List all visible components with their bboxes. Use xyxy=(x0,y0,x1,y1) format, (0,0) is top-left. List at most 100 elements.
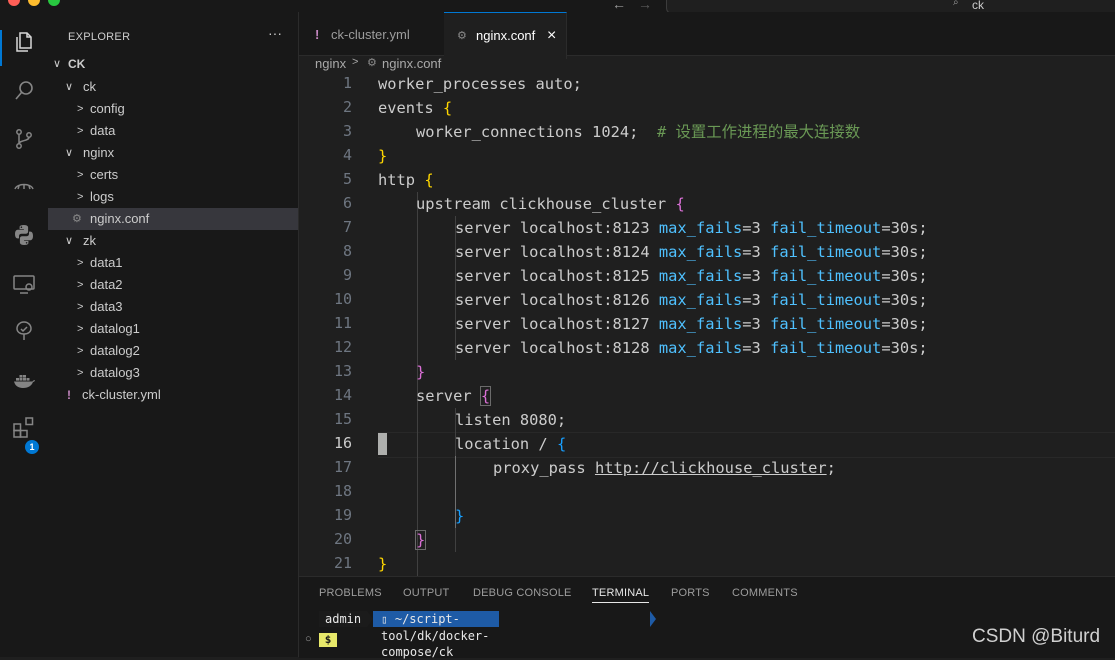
title-bar: ← → ⌕ ck xyxy=(0,0,1115,14)
line-number: 19 xyxy=(333,506,352,524)
gear-icon: ⚙ xyxy=(72,213,82,225)
chevron-right-icon: > xyxy=(77,323,84,335)
testing-tree-icon[interactable] xyxy=(12,319,36,343)
code-line: server localhost:8125 max_fails=3 fail_t… xyxy=(455,267,928,285)
tab-ck-cluster-yml[interactable]: ! ck-cluster.yml xyxy=(299,12,445,59)
chevron-right-icon: > xyxy=(77,301,84,313)
watermark: CSDN @Biturd xyxy=(972,626,1101,647)
code-line: server localhost:8123 max_fails=3 fail_t… xyxy=(455,219,928,237)
code-line: http { xyxy=(378,171,434,189)
code-line: proxy_pass http://clickhouse_cluster; xyxy=(493,459,836,477)
code-comment: # 设置工作进程的最大连接数 xyxy=(656,123,861,141)
source-control-icon[interactable] xyxy=(12,127,36,151)
line-number: 8 xyxy=(342,242,352,260)
tab-problems[interactable]: PROBLEMS xyxy=(319,587,382,599)
breadcrumb-file[interactable]: nginx.conf xyxy=(382,56,441,71)
more-actions-icon[interactable]: ··· xyxy=(268,25,282,41)
code-line: server localhost:8126 max_fails=3 fail_t… xyxy=(455,291,928,309)
code-line: location / { xyxy=(455,435,567,453)
chevron-right-icon: > xyxy=(77,345,84,357)
maximize-window-button[interactable] xyxy=(48,0,60,6)
code-line: listen 8080; xyxy=(455,411,567,429)
workspace-root[interactable]: ∨ CK xyxy=(48,53,298,75)
tab-debug-console[interactable]: DEBUG CONSOLE xyxy=(473,587,572,599)
tree-folder-ck[interactable]: ∨ ck xyxy=(48,76,298,98)
chevron-right-icon: > xyxy=(77,191,84,203)
tree-folder-datalog1[interactable]: > datalog1 xyxy=(48,318,298,340)
tab-comments[interactable]: COMMENTS xyxy=(732,587,798,599)
line-number: 21 xyxy=(333,554,352,572)
explorer-icon[interactable] xyxy=(12,30,36,54)
chevron-right-icon: > xyxy=(77,125,84,137)
line-number: 20 xyxy=(333,530,352,548)
code-editor[interactable]: 1 2 3 4 5 6 7 8 9 10 11 12 13 14 15 16 1… xyxy=(299,72,1115,576)
circle-icon: ○ xyxy=(305,633,312,645)
remote-window-icon[interactable] xyxy=(12,272,36,296)
editor-tab-bar: ! ck-cluster.yml ⚙ nginx.conf × xyxy=(299,12,1115,59)
tree-folder-data2[interactable]: > data2 xyxy=(48,274,298,296)
code-line: server localhost:8124 max_fails=3 fail_t… xyxy=(455,243,928,261)
tree-file-nginx-conf[interactable]: ⚙ nginx.conf xyxy=(48,208,298,230)
docker-icon[interactable] xyxy=(12,368,36,392)
tab-nginx-conf[interactable]: ⚙ nginx.conf × xyxy=(444,12,567,59)
yaml-icon: ! xyxy=(315,27,320,42)
chevron-down-icon: ∨ xyxy=(65,147,74,159)
tab-output[interactable]: OUTPUT xyxy=(403,587,449,599)
code-line: } xyxy=(378,555,388,573)
tree-folder-datalog2[interactable]: > datalog2 xyxy=(48,340,298,362)
line-number: 1 xyxy=(342,74,352,92)
tree-folder-data3[interactable]: > data3 xyxy=(48,296,298,318)
line-number: 6 xyxy=(342,194,352,212)
line-number: 2 xyxy=(342,98,352,116)
tab-ports[interactable]: PORTS xyxy=(671,587,710,599)
code-line: upstream clickhouse_cluster { xyxy=(416,195,685,213)
tree-folder-nginx[interactable]: ∨ nginx xyxy=(48,142,298,164)
chevron-right-icon: > xyxy=(77,169,84,181)
code-line: } xyxy=(455,507,465,525)
tree-folder-zk[interactable]: ∨ zk xyxy=(48,230,298,252)
code-line: } xyxy=(414,530,427,550)
line-number: 18 xyxy=(333,482,352,500)
breadcrumb-folder[interactable]: nginx xyxy=(315,56,346,71)
line-number: 14 xyxy=(333,386,352,404)
line-number: 12 xyxy=(333,338,352,356)
minimize-window-button[interactable] xyxy=(28,0,40,6)
close-icon[interactable]: × xyxy=(547,13,556,59)
line-number: 5 xyxy=(342,170,352,188)
chevron-right-icon: > xyxy=(77,103,84,115)
line-number: 7 xyxy=(342,218,352,236)
search-icon[interactable] xyxy=(12,79,36,103)
code-line: server localhost:8128 max_fails=3 fail_t… xyxy=(455,339,928,357)
search-value: ck xyxy=(972,0,984,12)
tree-folder-datalog3[interactable]: > datalog3 xyxy=(48,362,298,384)
folder-icon: ▯ xyxy=(381,613,388,626)
code-line: events { xyxy=(378,99,453,117)
python-icon[interactable] xyxy=(12,223,36,247)
chevron-right-icon: > xyxy=(352,56,359,68)
remote-explorer-icon[interactable] xyxy=(12,175,36,199)
yaml-icon: ! xyxy=(67,388,71,402)
tree-folder-data1[interactable]: > data1 xyxy=(48,252,298,274)
close-window-button[interactable] xyxy=(8,0,20,6)
tab-terminal[interactable]: TERMINAL xyxy=(592,587,650,603)
tree-folder-certs[interactable]: > certs xyxy=(48,164,298,186)
line-number-current: 16 xyxy=(333,434,352,452)
gear-icon: ⚙ xyxy=(457,30,467,42)
tree-folder-config[interactable]: > config xyxy=(48,98,298,120)
code-line: worker_processes auto; xyxy=(378,75,582,93)
tree-file-ck-cluster-yml[interactable]: ! ck-cluster.yml xyxy=(48,384,298,406)
forward-arrow-icon[interactable]: → xyxy=(638,0,652,12)
back-arrow-icon[interactable]: ← xyxy=(612,0,626,12)
line-number: 13 xyxy=(333,362,352,380)
extensions-icon[interactable] xyxy=(12,416,36,440)
prompt-symbol: $ xyxy=(319,633,337,647)
code-line: server localhost:8127 max_fails=3 fail_t… xyxy=(455,315,928,333)
active-indicator xyxy=(0,30,2,66)
line-number: 9 xyxy=(342,266,352,284)
tree-folder-logs[interactable]: > logs xyxy=(48,186,298,208)
tree-folder-data[interactable]: > data xyxy=(48,120,298,142)
chevron-down-icon: ∨ xyxy=(65,235,74,247)
code-line: worker_connections 1024; # 设置工作进程的最大连接数 xyxy=(416,123,861,141)
line-number: 11 xyxy=(333,314,352,332)
prompt-separator xyxy=(650,611,656,627)
